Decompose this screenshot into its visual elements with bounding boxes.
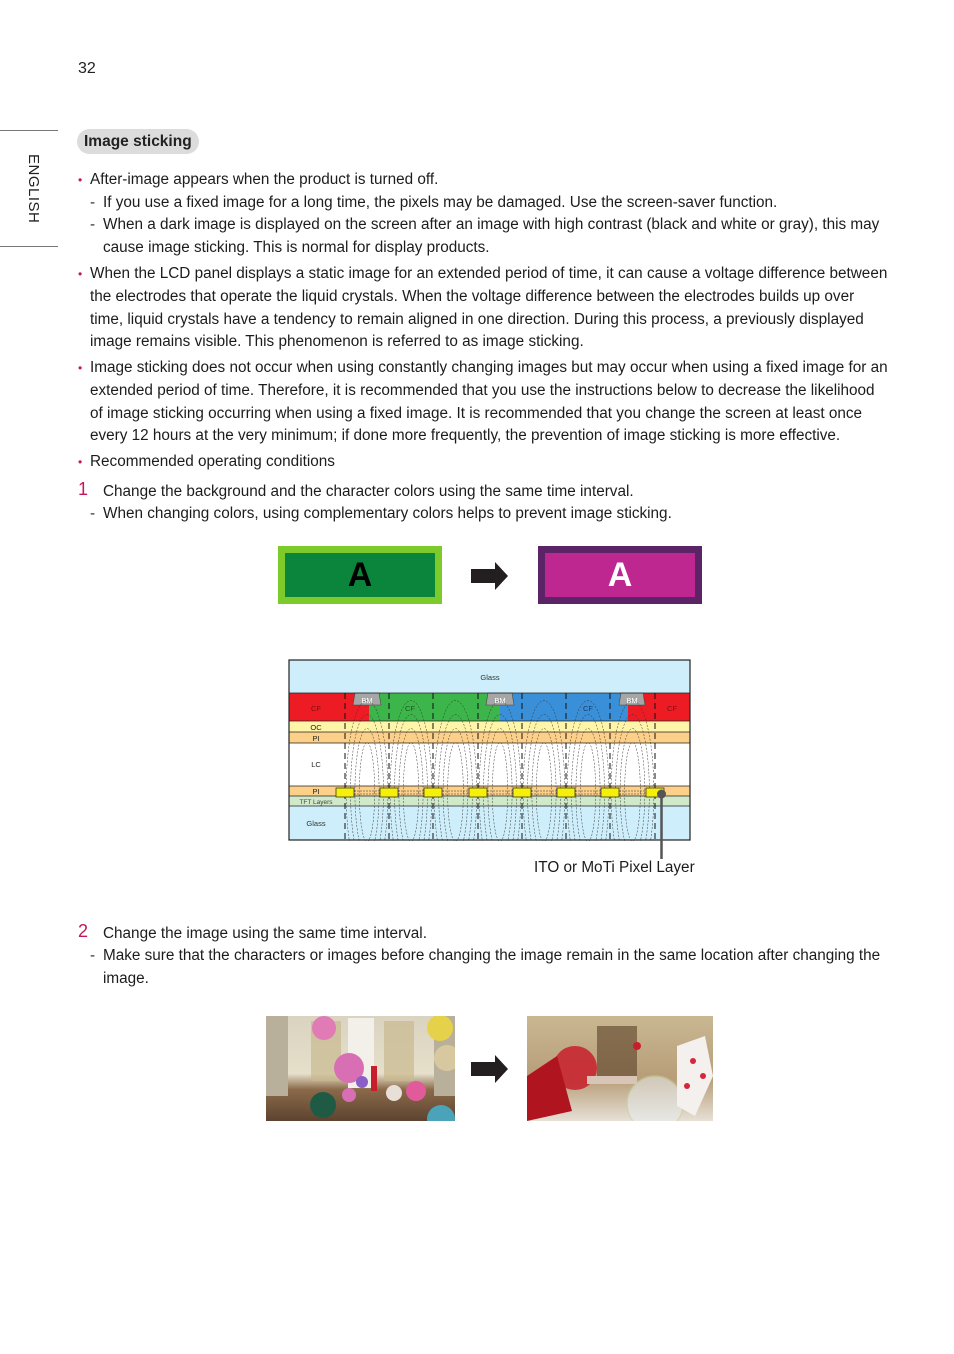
- bullet-marker: •: [78, 455, 83, 469]
- arrow-right-icon: [471, 562, 508, 590]
- example-image-before: [266, 1016, 455, 1121]
- side-tab-top-divider: [0, 130, 58, 131]
- bullet-marker: •: [78, 267, 83, 281]
- dash-marker: -: [90, 947, 96, 964]
- dash-marker: -: [90, 216, 96, 233]
- tft-layer: [289, 796, 690, 806]
- color-example-letter: A: [607, 555, 633, 594]
- step-number: 2: [78, 921, 89, 941]
- sub-bullet-text: When a dark image is displayed on the sc…: [103, 216, 880, 233]
- electrode: [468, 787, 488, 798]
- electrode: [600, 787, 620, 798]
- bullet-text: After-image appears when the product is …: [90, 171, 439, 188]
- sub-bullet-text: image.: [103, 970, 149, 987]
- label-lc: LC: [311, 760, 321, 769]
- label-cf: CF: [405, 704, 415, 713]
- label-oc: OC: [310, 723, 322, 732]
- electrode: [556, 787, 576, 798]
- bullet-text: every 12 hours at the very minimum; if d…: [90, 427, 841, 444]
- side-tab-bottom-divider: [0, 246, 58, 247]
- electrode: [379, 787, 399, 798]
- label-cf: CF: [311, 704, 321, 713]
- lc-layer: [289, 743, 690, 786]
- oc-layer: [289, 721, 690, 732]
- bullet-text: the electrodes that operate the liquid c…: [90, 288, 855, 305]
- example-image-after: [527, 1016, 713, 1121]
- electrode: [335, 787, 355, 798]
- dash-marker: -: [90, 505, 96, 522]
- color-example-after: A: [538, 546, 702, 604]
- color-example-letter: A: [347, 555, 373, 594]
- sub-bullet-text: Make sure that the characters or images …: [103, 947, 881, 964]
- label-bm: BM: [626, 696, 637, 705]
- label-pi: PI: [312, 787, 319, 796]
- bullet-text: image remains visible. This phenomenon i…: [90, 333, 584, 350]
- label-bm: BM: [361, 696, 372, 705]
- language-tab: ENGLISH: [25, 154, 42, 224]
- bullet-text: time, liquid crystals have a tendency to…: [90, 311, 864, 328]
- bullet-text: Image sticking does not occur when using…: [90, 359, 888, 376]
- label-tft: TFT Layers: [299, 799, 333, 806]
- label-bm: BM: [494, 696, 505, 705]
- sub-bullet-text: cause image sticking. This is normal for…: [103, 239, 490, 256]
- step-text: Change the background and the character …: [103, 483, 634, 500]
- bullet-marker: •: [78, 173, 83, 187]
- sub-bullet-text: If you use a fixed image for a long time…: [103, 194, 778, 211]
- step-text: Change the image using the same time int…: [103, 925, 427, 942]
- bullet-text: When the LCD panel displays a static ima…: [90, 265, 888, 282]
- label-glass-bottom: Glass: [306, 819, 325, 828]
- callout-label: ITO or MoTi Pixel Layer: [534, 859, 695, 876]
- label-glass-top: Glass: [480, 673, 499, 682]
- bullet-text: extended period of time. Therefore, it i…: [90, 382, 875, 399]
- arrow-right-icon: [471, 1055, 508, 1083]
- dash-marker: -: [90, 194, 96, 211]
- bullet-text: of image sticking occurring when using a…: [90, 405, 863, 422]
- step-number: 1: [78, 479, 89, 499]
- bullet-text: Recommended operating conditions: [90, 453, 335, 470]
- lcd-cross-section-diagram: Glass CF CF CF CF BM BM BM OC PI LC PI T…: [288, 659, 691, 841]
- callout-leader: [657, 789, 666, 859]
- electrode: [423, 787, 443, 798]
- label-cf: CF: [583, 704, 593, 713]
- color-example-before: A: [278, 546, 442, 604]
- electrode: [512, 787, 532, 798]
- bullet-marker: •: [78, 361, 83, 375]
- pi-top-layer: [289, 732, 690, 743]
- page-number: 32: [78, 60, 96, 77]
- sub-bullet-text: When changing colors, using complementar…: [103, 505, 672, 522]
- label-cf: CF: [667, 704, 677, 713]
- label-pi: PI: [312, 734, 319, 743]
- section-title: Image sticking: [77, 129, 199, 154]
